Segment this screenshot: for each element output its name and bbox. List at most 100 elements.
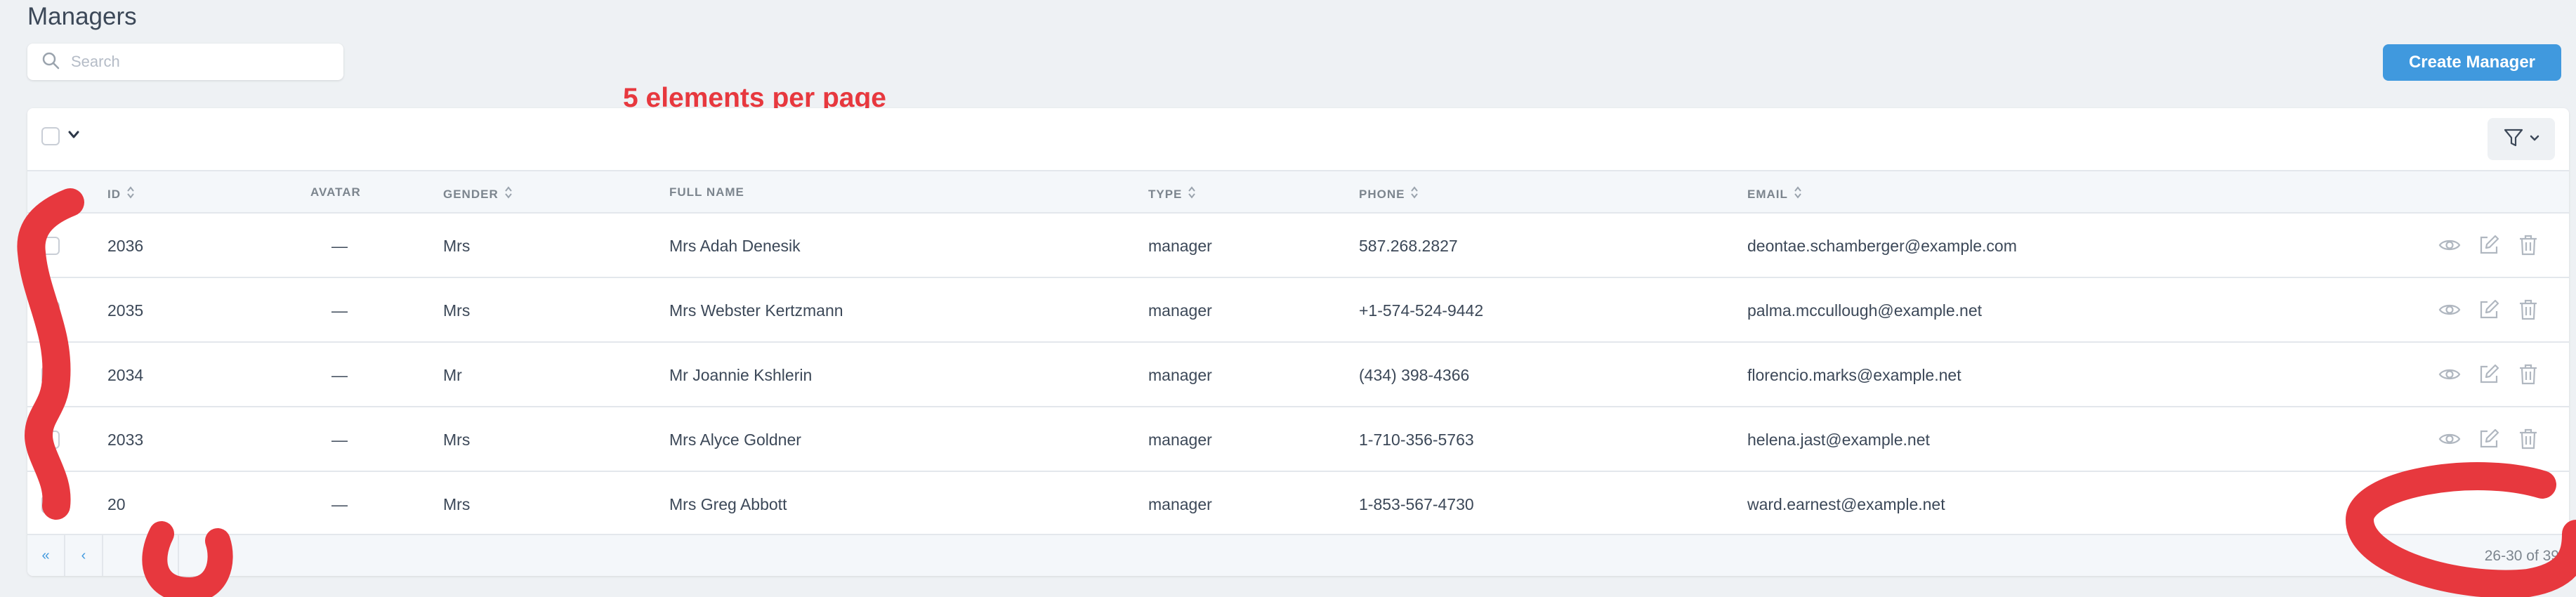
edit-icon[interactable] <box>2477 427 2501 451</box>
create-manager-button[interactable]: Create Manager <box>2383 44 2561 81</box>
cell-email: florencio.marks@example.net <box>1747 366 1961 384</box>
eye-icon[interactable] <box>2438 362 2462 386</box>
pagination-range: 26-30 of 39 <box>2484 548 2559 564</box>
cell-email: ward.earnest@example.net <box>1747 495 1945 513</box>
pagination-first-button[interactable]: « <box>27 535 65 576</box>
column-label: EMAIL <box>1747 187 1788 201</box>
row-checkbox[interactable] <box>41 495 60 513</box>
sort-icon[interactable] <box>1188 185 1196 203</box>
column-header-avatar: AVATAR <box>310 185 361 199</box>
cell-avatar: — <box>331 366 348 384</box>
cell-full-name: Mrs Webster Kertzmann <box>669 301 843 320</box>
cell-phone: (434) 398-4366 <box>1359 366 1470 384</box>
cell-gender: Mr <box>443 366 462 384</box>
sort-icon[interactable] <box>126 185 135 203</box>
cell-email: deontae.schamberger@example.com <box>1747 237 2017 255</box>
cell-phone: 587.268.2827 <box>1359 237 1458 255</box>
cell-avatar: — <box>331 237 348 255</box>
cell-type: manager <box>1148 495 1212 513</box>
column-header-email[interactable]: EMAIL <box>1747 185 1802 203</box>
bulk-select[interactable] <box>41 127 79 145</box>
table-row[interactable]: 2035 — Mrs Mrs Webster Kertzmann manager… <box>27 278 2569 343</box>
table-row[interactable]: 2033 — Mrs Mrs Alyce Goldner manager 1-7… <box>27 407 2569 472</box>
edit-icon[interactable] <box>2477 362 2501 386</box>
search-input[interactable] <box>70 52 325 72</box>
search-box[interactable] <box>27 44 343 80</box>
sort-icon[interactable] <box>1410 185 1419 203</box>
column-label: PHONE <box>1359 187 1405 201</box>
column-header-full-name: FULL NAME <box>669 185 744 199</box>
column-label: TYPE <box>1148 187 1183 201</box>
cell-phone: 1-853-567-4730 <box>1359 495 1474 513</box>
cell-gender: Mrs <box>443 237 471 255</box>
row-actions <box>2438 427 2540 451</box>
page-title: Managers <box>27 3 137 30</box>
trash-icon[interactable] <box>2516 362 2540 386</box>
cell-id[interactable]: 20 <box>107 495 126 514</box>
cell-gender: Mrs <box>443 301 471 320</box>
cell-id[interactable]: 2034 <box>107 366 143 385</box>
row-actions <box>2438 233 2540 257</box>
sort-icon[interactable] <box>1794 185 1802 203</box>
row-checkbox[interactable] <box>41 237 60 255</box>
pagination-prev-button[interactable]: ‹ <box>65 535 103 576</box>
cell-id[interactable]: 2033 <box>107 431 143 450</box>
table-row[interactable]: 2034 — Mr Mr Joannie Kshlerin manager (4… <box>27 343 2569 407</box>
column-header-phone[interactable]: PHONE <box>1359 185 1419 203</box>
row-actions <box>2438 362 2540 386</box>
table-header: ID AVATAR GENDER FULL NAME TYPE PHONE EM… <box>27 170 2569 214</box>
cell-email: palma.mccullough@example.net <box>1747 301 1983 320</box>
pagination-bar: « ‹ 2 26-30 of 39 <box>27 534 2569 576</box>
cell-type: manager <box>1148 366 1212 384</box>
cell-phone: +1-574-524-9442 <box>1359 301 1484 320</box>
eye-icon[interactable] <box>2438 427 2462 451</box>
chevron-down-icon[interactable] <box>68 130 79 143</box>
eye-icon[interactable] <box>2438 233 2462 257</box>
row-checkbox[interactable] <box>41 431 60 449</box>
column-header-type[interactable]: TYPE <box>1148 185 1196 203</box>
column-label: ID <box>107 187 121 201</box>
filter-button[interactable] <box>2488 118 2555 160</box>
table-toolbar <box>27 108 2569 171</box>
managers-table-card: ID AVATAR GENDER FULL NAME TYPE PHONE EM… <box>27 108 2569 576</box>
sort-icon[interactable] <box>504 185 513 203</box>
table-body: 2036 — Mrs Mrs Adah Denesik manager 587.… <box>27 214 2569 537</box>
row-checkbox[interactable] <box>41 366 60 384</box>
table-row[interactable]: 20 — Mrs Mrs Greg Abbott manager 1-853-5… <box>27 472 2569 537</box>
row-checkbox[interactable] <box>41 301 60 320</box>
pagination-page-button[interactable]: 2 <box>141 535 179 576</box>
cell-type: manager <box>1148 431 1212 449</box>
cell-id[interactable]: 2036 <box>107 237 143 256</box>
cell-type: manager <box>1148 237 1212 255</box>
cell-gender: Mrs <box>443 495 471 513</box>
trash-icon[interactable] <box>2516 427 2540 451</box>
cell-full-name: Mrs Adah Denesik <box>669 237 801 255</box>
cell-full-name: Mr Joannie Kshlerin <box>669 366 813 384</box>
column-label: FULL NAME <box>669 185 744 199</box>
column-header-id[interactable]: ID <box>107 185 135 203</box>
trash-icon[interactable] <box>2516 233 2540 257</box>
edit-icon[interactable] <box>2477 233 2501 257</box>
column-label: AVATAR <box>310 185 361 199</box>
edit-icon[interactable] <box>2477 298 2501 322</box>
select-all-checkbox[interactable] <box>41 127 60 145</box>
trash-icon[interactable] <box>2516 298 2540 322</box>
cell-full-name: Mrs Alyce Goldner <box>669 431 801 449</box>
cell-phone: 1-710-356-5763 <box>1359 431 1474 449</box>
cell-gender: Mrs <box>443 431 471 449</box>
cell-avatar: — <box>331 431 348 449</box>
search-icon <box>27 51 60 73</box>
table-row[interactable]: 2036 — Mrs Mrs Adah Denesik manager 587.… <box>27 214 2569 278</box>
cell-type: manager <box>1148 301 1212 320</box>
row-actions <box>2438 298 2540 322</box>
cell-avatar: — <box>331 495 348 513</box>
cell-email: helena.jast@example.net <box>1747 431 1930 449</box>
eye-icon[interactable] <box>2438 298 2462 322</box>
column-header-gender[interactable]: GENDER <box>443 185 513 203</box>
filter-icon <box>2503 128 2524 151</box>
chevron-down-icon <box>2530 133 2539 145</box>
cell-full-name: Mrs Greg Abbott <box>669 495 787 513</box>
cell-id[interactable]: 2035 <box>107 301 143 320</box>
column-label: GENDER <box>443 187 499 201</box>
cell-avatar: — <box>331 301 348 320</box>
